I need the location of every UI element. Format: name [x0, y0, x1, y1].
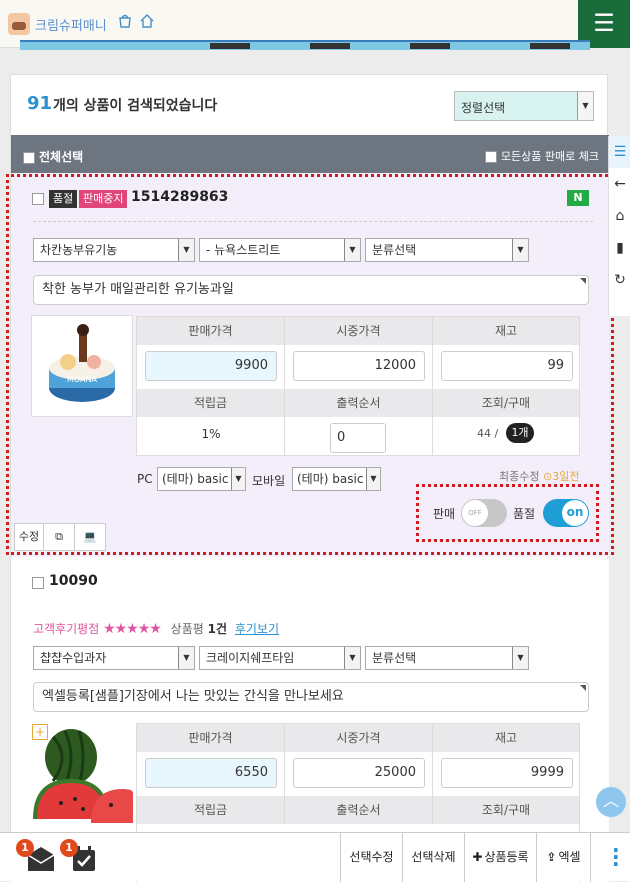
brand-select[interactable]: 챱챱수입과자 ▼ [33, 646, 195, 670]
review-link[interactable]: 후기보기 [235, 622, 279, 636]
category-select[interactable]: 크레이지쉐프타임 ▼ [199, 646, 361, 670]
scroll-top-button[interactable]: ︿ [596, 787, 626, 817]
review-count: 1건 [207, 622, 228, 636]
side-toolbar: ☰ ← ⌂ ▮ ↻ [608, 136, 630, 316]
points-header: 적립금 [137, 796, 285, 824]
sale-price-input[interactable]: 6550 [145, 758, 277, 788]
mark-all-on-sale[interactable]: 모든상품 판매로 체크 [484, 148, 599, 164]
chevron-down-icon: ▼ [344, 647, 360, 669]
star-rating-icon: ★★★★★ [103, 621, 162, 637]
result-count: 91 [27, 93, 53, 114]
stock-input[interactable]: 9999 [441, 758, 573, 788]
product-description-input[interactable]: 엑셀등록[샘플]기장에서 나는 맛있는 간식을 만나보세요 [33, 682, 589, 712]
views-header: 조회/구매 [433, 796, 579, 824]
product-list: 91 개의 상품이 검색되었습니다 정렬선택 ▼ 전체선택 모든상품 판매로 체… [6, 74, 614, 882]
bottom-toolbar: 1 1 선택수정 선택삭제 ✚ 상품등록 ⇪ 엑셀 · · · [0, 832, 630, 882]
subnav-strip [20, 40, 590, 50]
select-all-checkbox[interactable] [23, 151, 35, 164]
arrow-left-icon[interactable]: ← [609, 168, 630, 200]
brand-logo[interactable] [8, 13, 30, 35]
plus-icon: ✚ [472, 850, 483, 864]
select-all[interactable]: 전체선택 [23, 148, 83, 165]
more-button[interactable]: · · · [590, 833, 630, 882]
result-count-text: 개의 상품이 검색되었습니다 [53, 98, 218, 114]
home-icon[interactable]: ⌂ [609, 200, 630, 232]
highlight-outline [6, 174, 614, 555]
product-id[interactable]: 10090 [49, 573, 98, 589]
mail-button[interactable]: 1 [16, 839, 56, 873]
market-price-input[interactable]: 25000 [293, 758, 425, 788]
home-icon[interactable] [140, 14, 156, 30]
chevron-down-icon: ▼ [577, 92, 593, 120]
upload-icon: ⇪ [546, 850, 557, 864]
trash-icon[interactable]: ▮ [609, 232, 630, 264]
brand-name[interactable]: 크림슈퍼매니 [35, 15, 107, 34]
review-label: 고객후기평점 [33, 622, 100, 636]
market-price-header: 시중가격 [285, 724, 433, 752]
task-badge: 1 [60, 839, 78, 857]
delete-selected-button[interactable]: 선택삭제 [402, 833, 464, 882]
select-bar: 전체선택 모든상품 판매로 체크 [11, 135, 609, 173]
edit-selected-button[interactable]: 선택수정 [340, 833, 402, 882]
review-text: 상품평 [170, 622, 204, 636]
more-vertical-icon: · · · [612, 838, 620, 876]
task-button[interactable]: 1 [60, 839, 100, 873]
classification-select[interactable]: 분류선택 ▼ [365, 646, 529, 670]
add-image-button[interactable]: + [32, 724, 48, 740]
excel-button[interactable]: ⇪ 엑셀 [536, 833, 590, 882]
chevron-down-icon: ▼ [178, 647, 194, 669]
chevron-down-icon: ▼ [512, 647, 528, 669]
stock-header: 재고 [433, 724, 579, 752]
shop-icon[interactable] [118, 14, 134, 30]
sale-price-header: 판매가격 [137, 724, 285, 752]
mail-badge: 1 [16, 839, 34, 857]
order-header: 출력순서 [285, 796, 433, 824]
mark-all-checkbox[interactable] [484, 151, 497, 163]
sort-select[interactable]: 정렬선택 ▼ [454, 91, 594, 121]
register-product-button[interactable]: ✚ 상품등록 [464, 833, 536, 882]
result-count-bar: 91 개의 상품이 검색되었습니다 정렬선택 ▼ [11, 75, 609, 135]
review-summary: 고객후기평점 ★★★★★ 상품평 1건 후기보기 [33, 620, 279, 637]
product-checkbox[interactable] [32, 577, 44, 589]
refresh-icon[interactable]: ↻ [609, 264, 630, 296]
checklist-icon[interactable]: ☰ [609, 136, 630, 168]
